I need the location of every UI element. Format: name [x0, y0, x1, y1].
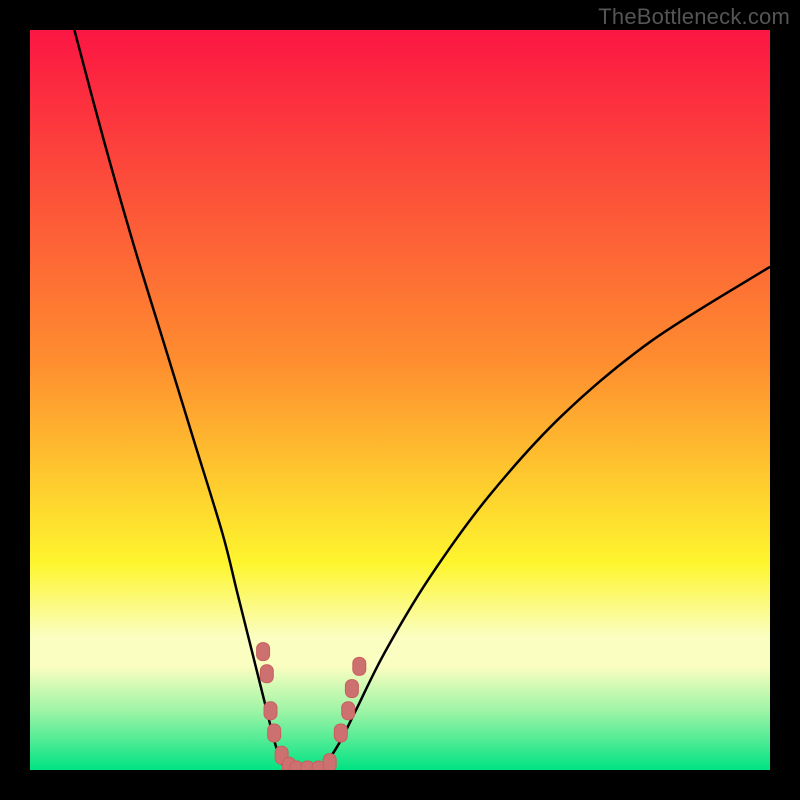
gradient-plot-area: [30, 30, 770, 770]
watermark-text: TheBottleneck.com: [598, 4, 790, 30]
marker-point: [264, 702, 277, 720]
chart-frame: TheBottleneck.com: [0, 0, 800, 800]
marker-point: [342, 702, 355, 720]
marker-point: [260, 665, 273, 683]
marker-point: [257, 643, 270, 661]
marker-point: [323, 754, 336, 770]
bottleneck-chart: [30, 30, 770, 770]
marker-point: [353, 657, 366, 675]
marker-point: [268, 724, 281, 742]
marker-point: [334, 724, 347, 742]
marker-point: [345, 680, 358, 698]
